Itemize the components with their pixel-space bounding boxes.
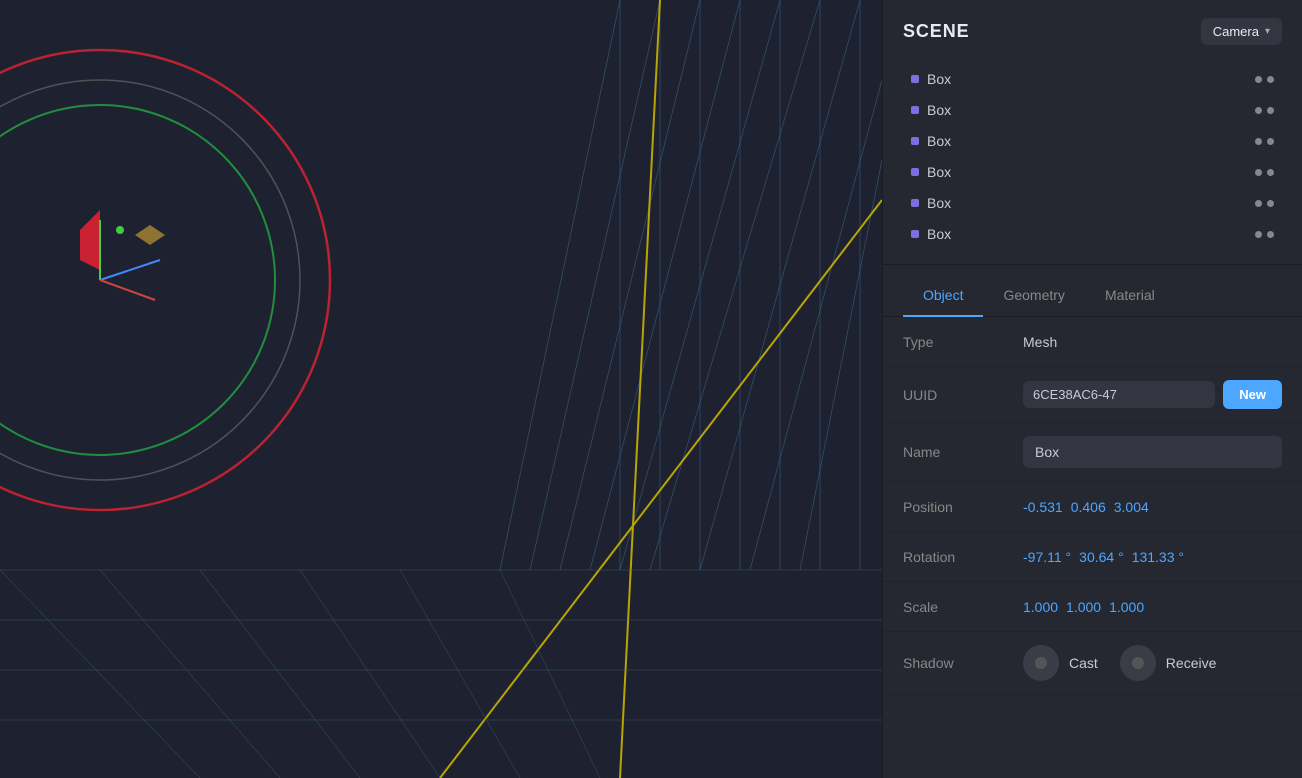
shadow-label: Shadow [903,655,1023,671]
uuid-row: UUID New [883,367,1302,423]
visibility-icon [1255,231,1262,238]
visibility-icon [1255,200,1262,207]
name-input[interactable] [1023,436,1282,468]
rotation-z[interactable]: 131.33 ° [1132,549,1184,565]
item-color-dot [911,106,919,114]
new-uuid-button[interactable]: New [1223,380,1282,409]
position-row: Position -0.531 0.406 3.004 [883,482,1302,532]
scale-label: Scale [903,599,1023,615]
item-label: Box [927,133,1247,149]
scale-y[interactable]: 1.000 [1066,599,1101,615]
type-label: Type [903,334,1023,350]
position-label: Position [903,499,1023,515]
type-value: Mesh [1023,334,1282,350]
list-item[interactable]: Box [891,188,1294,218]
camera-dropdown[interactable]: Camera ▾ [1201,18,1282,45]
item-icons [1255,169,1274,176]
scene-title: SCENE [903,21,970,42]
viewport [0,0,882,778]
position-values: -0.531 0.406 3.004 [1023,499,1282,515]
toggle-inner-receive [1132,657,1144,669]
lock-icon [1267,200,1274,207]
property-tabs: Object Geometry Material [883,275,1302,317]
properties-panel: Type Mesh UUID New Name Position -0.531 … [883,317,1302,695]
item-color-dot [911,75,919,83]
shadow-cast-toggle[interactable] [1023,645,1059,681]
cast-label: Cast [1069,655,1098,671]
item-color-dot [911,199,919,207]
chevron-down-icon: ▾ [1265,26,1270,37]
list-item[interactable]: Box [891,157,1294,187]
rotation-label: Rotation [903,549,1023,565]
rotation-y[interactable]: 30.64 ° [1079,549,1124,565]
uuid-label: UUID [903,387,1023,403]
lock-icon [1267,231,1274,238]
item-icons [1255,231,1274,238]
name-row: Name [883,423,1302,482]
item-color-dot [911,168,919,176]
lock-icon [1267,169,1274,176]
item-color-dot [911,137,919,145]
position-y[interactable]: 0.406 [1071,499,1106,515]
rotation-row: Rotation -97.11 ° 30.64 ° 131.33 ° [883,532,1302,582]
shadow-row: Shadow Cast Receive [883,632,1302,695]
name-label: Name [903,444,1023,460]
item-icons [1255,76,1274,83]
receive-label: Receive [1166,655,1217,671]
camera-label: Camera [1213,24,1259,39]
shadow-controls: Cast Receive [1023,645,1282,681]
tab-geometry[interactable]: Geometry [983,275,1084,317]
item-label: Box [927,102,1247,118]
toggle-inner-cast [1035,657,1047,669]
lock-icon [1267,76,1274,83]
item-label: Box [927,164,1247,180]
scale-x[interactable]: 1.000 [1023,599,1058,615]
item-icons [1255,138,1274,145]
list-item[interactable]: Box [891,219,1294,249]
lock-icon [1267,138,1274,145]
lock-icon [1267,107,1274,114]
item-label: Box [927,71,1247,87]
tab-material[interactable]: Material [1085,275,1175,317]
visibility-icon [1255,76,1262,83]
position-z[interactable]: 3.004 [1114,499,1149,515]
item-icons [1255,107,1274,114]
list-item[interactable]: Box [891,126,1294,156]
visibility-icon [1255,138,1262,145]
scene-items-list: Box Box Box Box [883,59,1302,254]
item-icons [1255,200,1274,207]
item-label: Box [927,195,1247,211]
scene-header: SCENE Camera ▾ [883,0,1302,59]
visibility-icon [1255,107,1262,114]
item-label: Box [927,226,1247,242]
scale-values: 1.000 1.000 1.000 [1023,599,1282,615]
list-item[interactable]: Box [891,95,1294,125]
divider [883,264,1302,265]
rotation-values: -97.11 ° 30.64 ° 131.33 ° [1023,549,1282,565]
list-item[interactable]: Box [891,64,1294,94]
item-color-dot [911,230,919,238]
shadow-receive-toggle[interactable] [1120,645,1156,681]
position-x[interactable]: -0.531 [1023,499,1063,515]
type-row: Type Mesh [883,317,1302,367]
visibility-icon [1255,169,1262,176]
uuid-input[interactable] [1023,381,1215,408]
scale-z[interactable]: 1.000 [1109,599,1144,615]
rotation-x[interactable]: -97.11 ° [1023,549,1071,565]
right-panel: SCENE Camera ▾ Box Box Bo [882,0,1302,778]
tab-object[interactable]: Object [903,275,983,317]
scale-row: Scale 1.000 1.000 1.000 [883,582,1302,632]
